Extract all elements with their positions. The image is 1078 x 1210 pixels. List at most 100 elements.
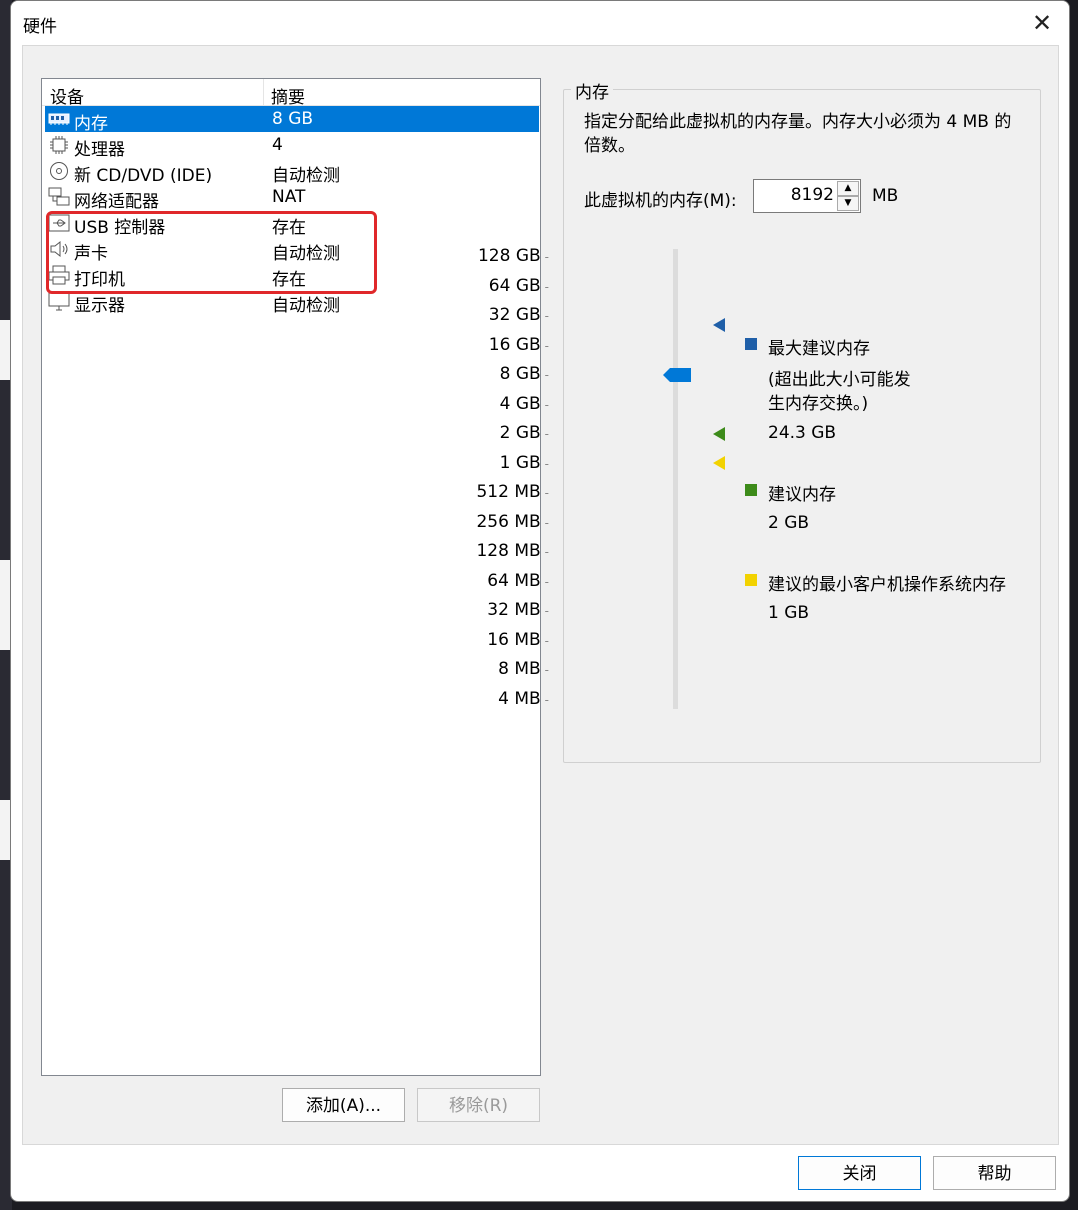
tick-mark: - bbox=[544, 368, 549, 382]
min-recommended-marker-icon bbox=[713, 456, 725, 470]
memory-scale-label: 128 GB bbox=[477, 246, 541, 266]
device-summary: 自动检测 bbox=[272, 296, 340, 316]
max-legend-square-icon bbox=[745, 338, 757, 350]
memory-scale-tick: 16 GB - bbox=[449, 335, 549, 355]
memory-field-label: 此虚拟机的内存(M): bbox=[584, 191, 737, 211]
device-row-cd-dvd[interactable]: 新 CD/DVD (IDE) 自动检测 bbox=[45, 158, 539, 186]
tick-mark: - bbox=[544, 633, 549, 648]
hardware-dialog: 硬件 ✕ 设备 摘要 内存 8 GB 处理器 4 新 CD/DVD (IDE) … bbox=[10, 0, 1070, 1202]
memory-scale-label: 4 MB bbox=[498, 688, 541, 709]
memory-icon bbox=[48, 113, 70, 125]
highlight-annotation bbox=[46, 211, 377, 294]
memory-scale-tick: 2 GB - bbox=[449, 423, 549, 443]
close-button[interactable]: 关闭 bbox=[798, 1156, 921, 1190]
memory-scale-label: 128 MB bbox=[476, 541, 541, 561]
dialog-title: 硬件 bbox=[23, 17, 57, 37]
memory-scale-tick: 4 MB - bbox=[449, 689, 549, 709]
memory-scale-label: 8 MB bbox=[498, 659, 541, 679]
max-legend-title: 最大建议内存 bbox=[768, 339, 870, 359]
memory-scale-label: 1 GB bbox=[499, 452, 541, 473]
memory-scale-label: 64 GB bbox=[488, 275, 541, 296]
memory-scale-tick: 16 MB - bbox=[449, 630, 549, 650]
memory-scale-label: 8 GB bbox=[499, 364, 541, 384]
max-legend-note: (超出此大小可能发生内存交换。) bbox=[768, 370, 911, 414]
tick-mark: - bbox=[544, 427, 549, 441]
memory-scale-label: 32 GB bbox=[488, 305, 541, 325]
memory-scale-label: 64 MB bbox=[487, 570, 541, 591]
device-name: 新 CD/DVD (IDE) bbox=[74, 166, 213, 186]
column-header-device[interactable]: 设备 bbox=[50, 83, 84, 108]
memory-scale-label: 512 MB bbox=[476, 482, 541, 502]
spin-up-icon[interactable]: ▲ bbox=[837, 181, 859, 196]
rec-legend-value: 2 GB bbox=[768, 513, 810, 533]
memory-slider-track[interactable] bbox=[673, 249, 678, 709]
device-row-memory[interactable]: 内存 8 GB bbox=[45, 106, 539, 134]
tick-mark: - bbox=[544, 250, 549, 264]
tick-mark: - bbox=[544, 692, 549, 707]
memory-scale-tick: 4 GB - bbox=[449, 394, 549, 414]
tick-mark: - bbox=[544, 279, 549, 294]
device-name: 网络适配器 bbox=[74, 192, 159, 212]
monitor-icon bbox=[48, 291, 70, 311]
cd-icon bbox=[50, 162, 68, 180]
remove-device-button[interactable]: 移除(R) bbox=[417, 1088, 540, 1122]
memory-scale-tick: 64 GB - bbox=[449, 276, 549, 296]
device-row-network[interactable]: 网络适配器 NAT bbox=[45, 184, 539, 212]
device-summary: 自动检测 bbox=[272, 166, 340, 186]
max-recommended-marker-icon bbox=[713, 318, 725, 332]
tick-mark: - bbox=[544, 456, 549, 471]
min-legend-square-icon bbox=[745, 574, 757, 586]
memory-scale-label: 16 MB bbox=[487, 629, 541, 650]
min-legend-title: 建议的最小客户机操作系统内存 bbox=[768, 575, 1006, 595]
rec-legend-square-icon bbox=[745, 484, 757, 496]
close-icon[interactable]: ✕ bbox=[1025, 7, 1059, 39]
tick-mark: - bbox=[544, 604, 549, 618]
memory-scale-tick: 256 MB - bbox=[449, 512, 549, 532]
memory-scale-tick: 8 GB - bbox=[449, 364, 549, 384]
column-separator[interactable] bbox=[263, 79, 264, 105]
memory-scale-tick: 64 MB - bbox=[449, 571, 549, 591]
memory-unit: MB bbox=[872, 186, 899, 206]
memory-spinbox[interactable]: 8192 ▲ ▼ bbox=[753, 179, 861, 213]
device-row-cpu[interactable]: 处理器 4 bbox=[45, 132, 539, 160]
memory-group-title: 内存 bbox=[571, 78, 613, 103]
tick-mark: - bbox=[544, 545, 549, 559]
memory-scale-label: 32 MB bbox=[487, 600, 541, 620]
tick-mark: - bbox=[544, 397, 549, 412]
device-list-header: 设备 摘要 bbox=[42, 79, 540, 108]
memory-slider-thumb[interactable] bbox=[663, 368, 691, 382]
tick-mark: - bbox=[544, 663, 549, 677]
help-button[interactable]: 帮助 bbox=[933, 1156, 1056, 1190]
tick-mark: - bbox=[544, 574, 549, 589]
add-device-button[interactable]: 添加(A)... bbox=[282, 1088, 405, 1122]
column-header-summary[interactable]: 摘要 bbox=[271, 83, 305, 108]
memory-scale-tick: 128 MB - bbox=[449, 541, 549, 561]
memory-scale-tick: 32 GB - bbox=[449, 305, 549, 325]
memory-scale-tick: 8 MB - bbox=[449, 659, 549, 679]
memory-scale-label: 16 GB bbox=[488, 334, 541, 355]
device-summary: NAT bbox=[272, 187, 306, 207]
title-bar: 硬件 ✕ bbox=[11, 1, 1069, 45]
memory-scale-tick: 1 GB - bbox=[449, 453, 549, 473]
recommended-marker-icon bbox=[713, 427, 725, 441]
network-icon bbox=[48, 187, 70, 206]
memory-scale-label: 2 GB bbox=[499, 423, 541, 443]
max-legend-value: 24.3 GB bbox=[768, 423, 837, 443]
memory-scale-tick: 128 GB - bbox=[449, 246, 549, 266]
min-legend-value: 1 GB bbox=[768, 603, 810, 623]
device-name: 显示器 bbox=[74, 296, 125, 316]
device-summary: 8 GB bbox=[272, 109, 314, 129]
memory-scale-tick: 32 MB - bbox=[449, 600, 549, 620]
cpu-icon bbox=[50, 136, 68, 154]
memory-scale-label: 256 MB bbox=[476, 511, 541, 532]
memory-scale-label: 4 GB bbox=[499, 393, 541, 414]
tick-mark: - bbox=[544, 515, 549, 530]
device-name: 处理器 bbox=[74, 140, 125, 160]
memory-value[interactable]: 8192 bbox=[791, 185, 834, 205]
memory-description: 指定分配给此虚拟机的内存量。内存大小必须为 4 MB 的倍数。 bbox=[584, 112, 1012, 156]
tick-mark: - bbox=[544, 338, 549, 353]
spin-down-icon[interactable]: ▼ bbox=[837, 196, 859, 211]
rec-legend-title: 建议内存 bbox=[768, 485, 836, 505]
tick-mark: - bbox=[544, 486, 549, 500]
tick-mark: - bbox=[544, 309, 549, 323]
